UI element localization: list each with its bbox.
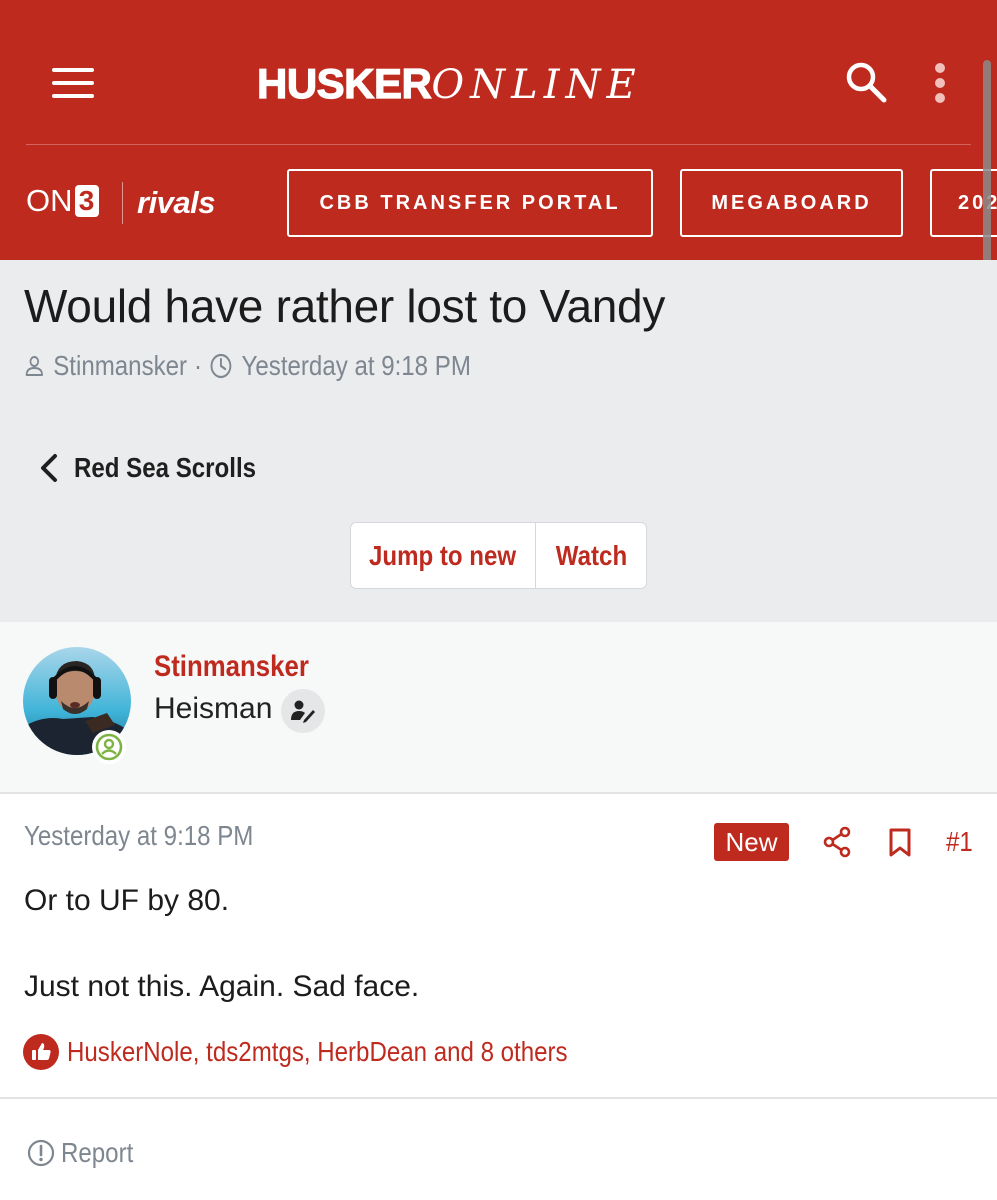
post-footer-divider xyxy=(0,1097,997,1099)
jump-to-new-label: Jump to new xyxy=(369,539,517,571)
user-title: Heisman xyxy=(154,692,273,725)
nav-megaboard[interactable]: MEGABOARD xyxy=(680,169,903,237)
share-icon[interactable] xyxy=(823,826,851,858)
post-number[interactable]: #1 xyxy=(946,826,973,858)
nav-cbb-transfer-portal[interactable]: CBB TRANSFER PORTAL xyxy=(287,169,653,237)
online-status-icon xyxy=(92,730,126,764)
reactions-text: HuskerNole, tds2mtgs, HerbDean and 8 oth… xyxy=(67,1036,568,1067)
thread-author[interactable]: Stinmansker xyxy=(53,350,187,382)
thread-title: Would have rather lost to Vandy xyxy=(24,280,666,332)
rivals-logo[interactable]: rivals xyxy=(137,185,216,221)
report-icon xyxy=(27,1139,55,1167)
user-edit-icon[interactable] xyxy=(281,689,325,733)
thread-meta: Stinmansker · Yesterday at 9:18 PM xyxy=(24,348,471,384)
new-badge: New xyxy=(714,823,789,861)
on3-three: 3 xyxy=(74,185,99,217)
bookmark-icon[interactable] xyxy=(887,828,913,858)
report-label: Report xyxy=(61,1137,134,1168)
more-vertical-icon[interactable] xyxy=(930,63,950,103)
brand-separator xyxy=(122,182,123,224)
on3-text: ON xyxy=(26,183,73,218)
clock-icon xyxy=(210,353,232,379)
meta-separator: · xyxy=(193,350,202,381)
post-date[interactable]: Yesterday at 9:18 PM xyxy=(24,820,253,852)
post-body-line: Or to UF by 80. xyxy=(24,884,230,917)
report-button[interactable]: Report xyxy=(27,1137,145,1169)
chevron-left-icon xyxy=(41,454,57,482)
page-scrollbar[interactable] xyxy=(983,60,991,282)
site-logo[interactable]: HUSKERONLINE xyxy=(256,59,642,110)
reactions-list[interactable]: HuskerNole, tds2mtgs, HerbDean and 8 oth… xyxy=(23,1034,649,1070)
post-body-line: Just not this. Again. Sad face. xyxy=(24,970,420,1003)
site-header: HUSKERONLINE ON 3 rivals CBB TRANSFER POR… xyxy=(0,0,997,260)
forum-back-link[interactable]: Red Sea Scrolls xyxy=(38,452,286,484)
header-divider xyxy=(26,144,971,145)
watch-button[interactable]: Watch xyxy=(536,523,646,588)
thread-action-group: Jump to new Watch xyxy=(350,522,647,589)
jump-to-new-button[interactable]: Jump to new xyxy=(351,523,536,588)
on3-logo[interactable]: ON 3 xyxy=(26,183,99,219)
user-icon xyxy=(25,356,43,376)
watch-label: Watch xyxy=(555,539,627,571)
search-icon[interactable] xyxy=(844,60,888,104)
forum-back-label: Red Sea Scrolls xyxy=(74,452,257,483)
logo-bold: HUSKER xyxy=(256,59,432,107)
thread-time[interactable]: Yesterday at 9:18 PM xyxy=(242,350,471,382)
post-user-block xyxy=(0,622,997,794)
logo-light: ONLINE xyxy=(431,62,642,108)
thumbs-up-icon xyxy=(23,1034,59,1070)
menu-icon[interactable] xyxy=(52,68,94,98)
post-username[interactable]: Stinmansker xyxy=(154,650,309,684)
